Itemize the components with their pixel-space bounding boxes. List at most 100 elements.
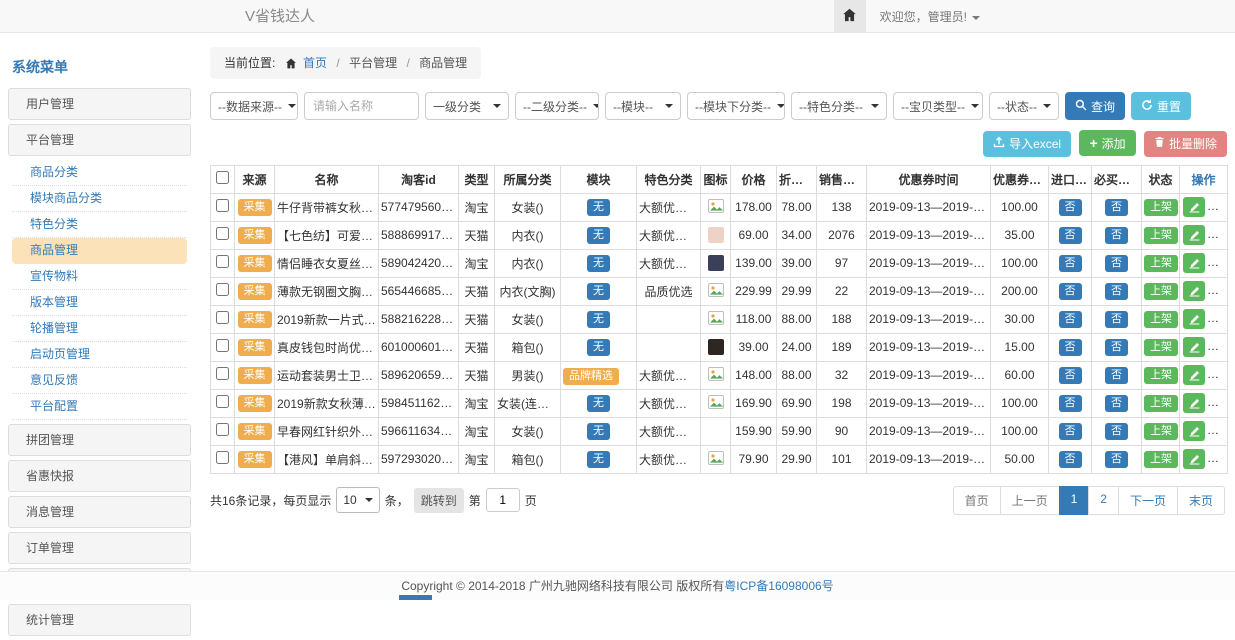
select-all-checkbox[interactable]: [216, 171, 229, 184]
status-badge[interactable]: 上架: [1144, 395, 1178, 412]
feature-category-select[interactable]: --特色分类--: [791, 92, 887, 120]
sidebar-item-splash-mgmt[interactable]: 启动页管理: [12, 342, 187, 368]
status-badge[interactable]: 上架: [1144, 339, 1178, 356]
sidebar-item-message-mgmt[interactable]: 消息管理: [8, 496, 191, 528]
sidebar-item-platform-config[interactable]: 平台配置: [12, 394, 187, 420]
user-menu[interactable]: 欢迎您，管理员!: [880, 8, 980, 25]
per-page-select[interactable]: 10: [336, 487, 379, 513]
row-checkbox[interactable]: [216, 199, 229, 212]
icon-cell: [701, 305, 731, 333]
icp-link[interactable]: 粤ICP备16098006号: [724, 579, 833, 593]
sidebar-item-module-goods-category[interactable]: 模块商品分类: [12, 186, 187, 212]
sidebar-item-platform-mgmt[interactable]: 平台管理: [8, 124, 191, 156]
imported-toggle-badge[interactable]: 否: [1059, 311, 1082, 328]
breadcrumb-home-link[interactable]: 首页: [303, 56, 327, 70]
row-checkbox[interactable]: [216, 339, 229, 352]
row-checkbox[interactable]: [216, 255, 229, 268]
home-button[interactable]: [834, 0, 866, 33]
imported-toggle-badge[interactable]: 否: [1059, 367, 1082, 384]
pager-page-1[interactable]: 1: [1059, 486, 1090, 515]
imported-toggle-badge[interactable]: 否: [1059, 227, 1082, 244]
name-search-input[interactable]: [304, 92, 419, 120]
status-badge[interactable]: 上架: [1144, 227, 1178, 244]
reset-button[interactable]: 重置: [1131, 92, 1191, 120]
row-checkbox[interactable]: [216, 227, 229, 240]
status-badge[interactable]: 上架: [1144, 311, 1178, 328]
sidebar-item-goods-category[interactable]: 商品分类: [12, 160, 187, 186]
imported-toggle-badge[interactable]: 否: [1059, 423, 1082, 440]
row-checkbox[interactable]: [216, 367, 229, 380]
sidebar-item-feature-category[interactable]: 特色分类: [12, 212, 187, 238]
sidebar-item-saving-news[interactable]: 省惠快报: [8, 460, 191, 492]
sidebar-item-order-mgmt[interactable]: 订单管理: [8, 532, 191, 564]
imported-toggle-badge[interactable]: 否: [1059, 255, 1082, 272]
status-badge[interactable]: 上架: [1144, 255, 1178, 272]
row-checkbox[interactable]: [216, 311, 229, 324]
module-sub-select[interactable]: --模块下分类--: [687, 92, 785, 120]
pager-page-2[interactable]: 2: [1088, 486, 1119, 515]
status-badge[interactable]: 上架: [1144, 451, 1178, 468]
add-button[interactable]: + 添加: [1079, 130, 1135, 156]
sidebar-item-user-mgmt[interactable]: 用户管理: [8, 88, 191, 120]
module-cell: 无: [561, 221, 637, 249]
imported-toggle-badge[interactable]: 否: [1059, 395, 1082, 412]
item-type-select[interactable]: --宝贝类型--: [893, 92, 983, 120]
search-button[interactable]: 查询: [1065, 92, 1125, 120]
table-row: 采集早春网红针织外套女春...596611634525淘宝女装()无大额优惠券1…: [211, 417, 1228, 445]
status-badge[interactable]: 上架: [1144, 283, 1178, 300]
must-buy-toggle-badge[interactable]: 否: [1105, 423, 1128, 440]
sidebar-item-group-buy-mgmt[interactable]: 拼团管理: [8, 424, 191, 456]
status-badge[interactable]: 上架: [1144, 199, 1178, 216]
sidebar-item-carousel-mgmt[interactable]: 轮播管理: [12, 316, 187, 342]
sidebar-item-promo-material[interactable]: 宣传物料: [12, 264, 187, 290]
must-buy-toggle-badge[interactable]: 否: [1105, 199, 1128, 216]
imported-toggle-badge[interactable]: 否: [1059, 339, 1082, 356]
edit-button[interactable]: [1183, 421, 1205, 441]
status-badge[interactable]: 上架: [1144, 423, 1178, 440]
sidebar-item-feedback[interactable]: 意见反馈: [12, 368, 187, 394]
pager-first[interactable]: 首页: [953, 486, 1001, 515]
row-checkbox[interactable]: [216, 451, 229, 464]
edit-button[interactable]: [1183, 281, 1205, 301]
imported-toggle-badge[interactable]: 否: [1059, 283, 1082, 300]
must-buy-toggle-badge[interactable]: 否: [1105, 367, 1128, 384]
sidebar-item-stats-mgmt[interactable]: 统计管理: [8, 604, 191, 636]
status-select[interactable]: --状态--: [989, 92, 1059, 120]
must-buy-toggle-badge[interactable]: 否: [1105, 283, 1128, 300]
level2-category-select[interactable]: --二级分类--: [515, 92, 599, 120]
pager-last[interactable]: 末页: [1177, 486, 1225, 515]
edit-button[interactable]: [1183, 309, 1205, 329]
status-badge[interactable]: 上架: [1144, 367, 1178, 384]
jump-button[interactable]: 跳转到: [414, 488, 464, 513]
edit-button[interactable]: [1183, 253, 1205, 273]
row-checkbox[interactable]: [216, 283, 229, 296]
level1-category-select[interactable]: 一级分类: [425, 92, 509, 120]
row-checkbox[interactable]: [216, 395, 229, 408]
must-buy-toggle-badge[interactable]: 否: [1105, 227, 1128, 244]
edit-button[interactable]: [1183, 225, 1205, 245]
edit-button[interactable]: [1183, 337, 1205, 357]
must-buy-toggle-badge[interactable]: 否: [1105, 451, 1128, 468]
edit-button[interactable]: [1183, 365, 1205, 385]
source-select[interactable]: --数据来源--: [210, 92, 298, 120]
must-buy-toggle-badge[interactable]: 否: [1105, 339, 1128, 356]
edit-button[interactable]: [1183, 449, 1205, 469]
must-buy-toggle-badge[interactable]: 否: [1105, 255, 1128, 272]
imported-toggle-badge[interactable]: 否: [1059, 451, 1082, 468]
module-select[interactable]: --模块--: [605, 92, 681, 120]
must-buy-toggle-badge[interactable]: 否: [1105, 395, 1128, 412]
must-buy-toggle-badge[interactable]: 否: [1105, 311, 1128, 328]
imported-toggle-badge[interactable]: 否: [1059, 199, 1082, 216]
sidebar-item-goods-mgmt[interactable]: 商品管理: [12, 238, 187, 264]
row-checkbox[interactable]: [216, 423, 229, 436]
batch-delete-button[interactable]: 批量删除: [1144, 131, 1227, 157]
page-number-input[interactable]: [486, 488, 520, 512]
pager-next[interactable]: 下一页: [1118, 486, 1178, 515]
feature-category: [637, 305, 701, 333]
edit-button[interactable]: [1183, 197, 1205, 217]
sidebar-item-version-mgmt[interactable]: 版本管理: [12, 290, 187, 316]
breadcrumb-parent[interactable]: 平台管理: [349, 56, 397, 70]
import-excel-button[interactable]: 导入excel: [983, 131, 1071, 157]
edit-button[interactable]: [1183, 393, 1205, 413]
pager-prev[interactable]: 上一页: [1000, 486, 1060, 515]
